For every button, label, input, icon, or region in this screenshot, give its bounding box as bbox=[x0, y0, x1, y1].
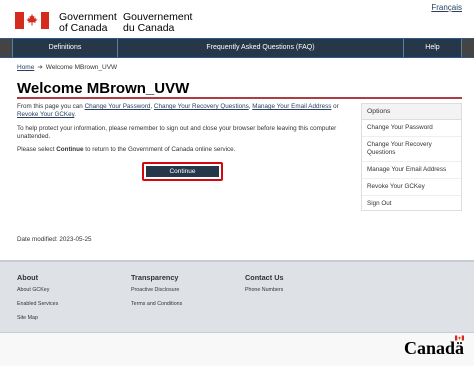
option-change-password[interactable]: Change Your Password bbox=[362, 120, 461, 137]
main-content: From this page you can Change Your Passw… bbox=[17, 103, 355, 159]
date-modified: Date modified: 2023-05-25 bbox=[17, 236, 92, 243]
continue-button[interactable]: Continue bbox=[146, 166, 219, 177]
breadcrumb-home-link[interactable]: Home bbox=[17, 64, 34, 71]
option-revoke-gckey[interactable]: Revoke Your GCKey bbox=[362, 179, 461, 196]
footer: About About GCKey Enabled Services Site … bbox=[0, 260, 474, 332]
breadcrumb-current: Welcome MBrown_UVW bbox=[45, 64, 118, 71]
option-change-recovery-questions[interactable]: Change Your Recovery Questions bbox=[362, 137, 461, 162]
signature-french: Gouvernement du Canada bbox=[123, 11, 193, 34]
footer-link-enabled-services[interactable]: Enabled Services bbox=[17, 301, 58, 307]
option-manage-email[interactable]: Manage Your Email Address bbox=[362, 162, 461, 179]
government-signature: Government of Canada Gouvernement du Can… bbox=[15, 11, 193, 34]
chevron-right-icon: ➜ bbox=[37, 64, 43, 71]
canada-flag-icon bbox=[15, 12, 49, 29]
footer-link-proactive-disclosure[interactable]: Proactive Disclosure bbox=[131, 287, 182, 293]
footer-link-site-map[interactable]: Site Map bbox=[17, 315, 58, 321]
footer-link-about-gckey[interactable]: About GCKey bbox=[17, 287, 58, 293]
signature-english: Government of Canada bbox=[59, 11, 117, 34]
footer-contact-heading: Contact Us bbox=[245, 273, 284, 282]
options-panel: Options Change Your Password Change Your… bbox=[361, 103, 462, 211]
title-underline bbox=[17, 97, 462, 99]
change-password-link[interactable]: Change Your Password bbox=[85, 103, 151, 110]
footer-transparency-column: Transparency Proactive Disclosure Terms … bbox=[131, 273, 182, 315]
option-sign-out[interactable]: Sign Out bbox=[362, 196, 461, 212]
select-paragraph: Please select Continue to return to the … bbox=[17, 146, 236, 154]
manage-email-link[interactable]: Manage Your Email Address bbox=[252, 103, 331, 110]
page-title: Welcome MBrown_UVW bbox=[17, 80, 190, 97]
main-navigation: Definitions Frequently Asked Questions (… bbox=[0, 38, 474, 58]
footer-about-column: About About GCKey Enabled Services Site … bbox=[17, 273, 58, 329]
footer-bottom bbox=[0, 332, 474, 366]
revoke-gckey-link[interactable]: Revoke Your GCKey bbox=[17, 111, 74, 118]
continue-button-focus-ring: Continue bbox=[142, 162, 223, 181]
footer-transparency-heading: Transparency bbox=[131, 273, 179, 282]
footer-contact-column: Contact Us Phone Numbers bbox=[245, 273, 284, 301]
footer-about-heading: About bbox=[17, 273, 39, 282]
wordmark-flag-icon bbox=[455, 335, 464, 341]
nav-faq[interactable]: Frequently Asked Questions (FAQ) bbox=[118, 39, 404, 57]
breadcrumb: Home ➜ Welcome MBrown_UVW bbox=[17, 63, 117, 71]
footer-link-terms[interactable]: Terms and Conditions bbox=[131, 301, 182, 307]
protect-paragraph: To help protect your information, please… bbox=[17, 124, 337, 140]
nav-help[interactable]: Help bbox=[404, 39, 462, 57]
intro-paragraph: From this page you can Change Your Passw… bbox=[17, 103, 339, 119]
footer-link-phone-numbers[interactable]: Phone Numbers bbox=[245, 287, 284, 293]
language-toggle-link[interactable]: Français bbox=[431, 3, 462, 12]
options-heading: Options bbox=[362, 104, 461, 120]
change-recovery-questions-link[interactable]: Change Your Recovery Questions bbox=[154, 103, 249, 110]
canada-wordmark-logo: Canadä bbox=[404, 335, 464, 359]
nav-definitions[interactable]: Definitions bbox=[12, 39, 118, 57]
